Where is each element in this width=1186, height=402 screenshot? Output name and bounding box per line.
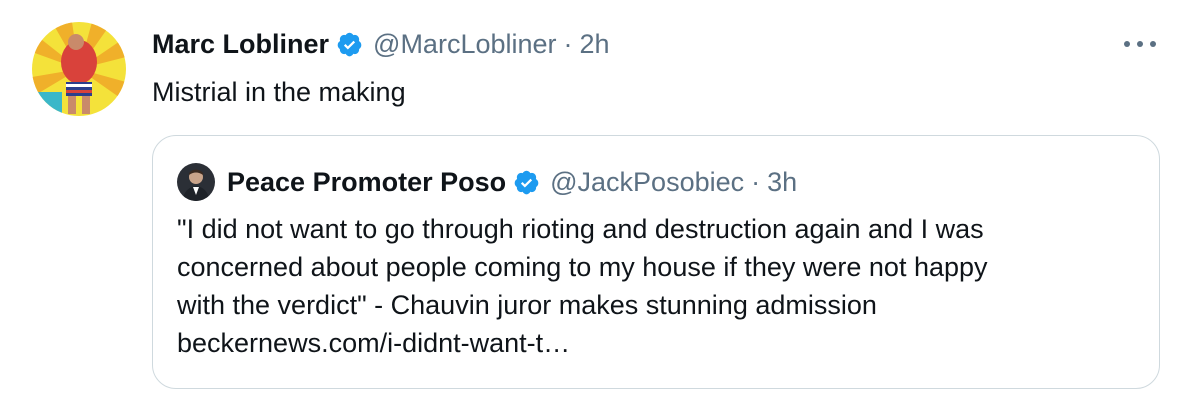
quoted-text-line: "I did not want to go through rioting an… (177, 214, 984, 244)
quoted-timestamp: 3h (767, 166, 798, 197)
quoted-verified-badge-icon (513, 169, 540, 196)
separator-dot: · (563, 28, 573, 59)
quoted-author-handle: @JackPosobiec (550, 166, 745, 197)
quoted-tweet-header: Peace Promoter Poso @JackPosobiec · 3h (177, 163, 798, 201)
tweet-header: Marc Lobliner @MarcLobliner · 2h (152, 26, 610, 62)
tweet-text: Mistrial in the making (152, 77, 406, 107)
quoted-text-line: with the verdict" - Chauvin juror makes … (177, 290, 877, 320)
quoted-author-name: Peace Promoter Poso (227, 166, 507, 197)
more-horizontal-icon[interactable] (1124, 32, 1156, 56)
author-name[interactable]: Marc Lobliner (152, 29, 329, 60)
quoted-text-line: concerned about people coming to my hous… (177, 252, 988, 282)
verified-badge-icon (336, 31, 363, 58)
author-handle[interactable]: @MarcLobliner (373, 29, 556, 60)
tweet[interactable]: Marc Lobliner @MarcLobliner · 2h Mistria… (0, 0, 1186, 402)
tweet-timestamp[interactable]: 2h (580, 29, 610, 60)
quoted-author-avatar (177, 163, 215, 201)
quoted-tweet[interactable]: Peace Promoter Poso @JackPosobiec · 3h "… (152, 135, 1160, 389)
quoted-link[interactable]: beckernews.com/i-didnt-want-t… (177, 324, 1137, 362)
quoted-tweet-text: "I did not want to go through rioting an… (177, 210, 1137, 362)
author-avatar[interactable] (32, 22, 126, 116)
quoted-separator-dot: · (751, 166, 761, 197)
